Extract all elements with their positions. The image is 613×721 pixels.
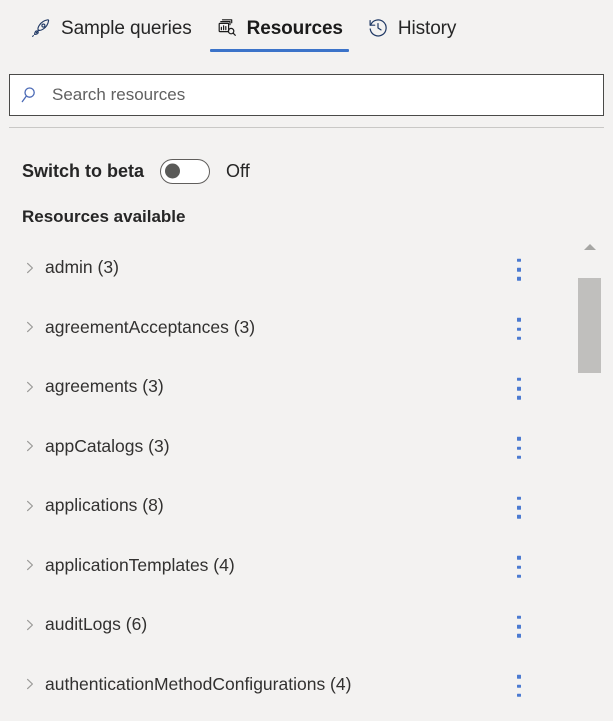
search-box[interactable] bbox=[9, 74, 604, 116]
tab-sample-queries[interactable]: Sample queries bbox=[18, 0, 204, 56]
chevron-right-icon[interactable] bbox=[20, 436, 40, 456]
list-item-label: applicationTemplates (4) bbox=[45, 557, 235, 575]
list-item-label: agreementAcceptances (3) bbox=[45, 319, 255, 337]
resources-panel: Sample queries Resources bbox=[0, 0, 613, 721]
list-item-label: authenticationMethodConfigurations (4) bbox=[45, 676, 351, 694]
chevron-right-icon[interactable] bbox=[20, 555, 40, 575]
more-options-icon[interactable] bbox=[510, 497, 528, 519]
search-divider bbox=[9, 127, 604, 128]
search-input[interactable] bbox=[50, 75, 603, 115]
chevron-right-icon[interactable] bbox=[20, 615, 40, 635]
resources-icon bbox=[216, 17, 238, 39]
resources-available-heading: Resources available bbox=[22, 208, 185, 225]
search-icon bbox=[10, 75, 50, 115]
list-item[interactable]: applications (8) bbox=[0, 476, 575, 536]
scrollbar-thumb[interactable] bbox=[578, 278, 601, 373]
tab-underline bbox=[210, 49, 349, 52]
tab-history[interactable]: History bbox=[355, 0, 468, 56]
scroll-up-arrow-icon[interactable] bbox=[578, 238, 601, 256]
tab-strip: Sample queries Resources bbox=[0, 0, 613, 62]
beta-toggle-state: Off bbox=[226, 162, 250, 180]
resources-list-scrollbar[interactable] bbox=[578, 238, 601, 721]
resources-list: admin (3) agreementAcceptances (3) agree… bbox=[0, 238, 575, 721]
tab-label: Resources bbox=[247, 19, 343, 38]
list-item-label: auditLogs (6) bbox=[45, 616, 147, 634]
list-item-label: agreements (3) bbox=[45, 378, 164, 396]
more-options-icon[interactable] bbox=[510, 259, 528, 281]
beta-toggle-switch[interactable] bbox=[160, 159, 210, 184]
list-item[interactable]: appCatalogs (3) bbox=[0, 417, 575, 477]
beta-toggle-label: Switch to beta bbox=[22, 162, 144, 180]
more-options-icon[interactable] bbox=[510, 616, 528, 638]
rocket-icon bbox=[30, 17, 52, 39]
more-options-icon[interactable] bbox=[510, 437, 528, 459]
history-clock-icon bbox=[367, 17, 389, 39]
beta-toggle-row: Switch to beta Off bbox=[22, 156, 250, 186]
tab-label: Sample queries bbox=[61, 19, 192, 38]
list-item[interactable]: agreements (3) bbox=[0, 357, 575, 417]
triangle-up-icon bbox=[584, 244, 596, 250]
toggle-knob bbox=[165, 164, 180, 179]
more-options-icon[interactable] bbox=[510, 378, 528, 400]
chevron-right-icon[interactable] bbox=[20, 258, 40, 278]
list-item-label: applications (8) bbox=[45, 497, 164, 515]
more-options-icon[interactable] bbox=[510, 318, 528, 340]
list-item[interactable]: admin (3) bbox=[0, 238, 575, 298]
more-options-icon[interactable] bbox=[510, 556, 528, 578]
chevron-right-icon[interactable] bbox=[20, 674, 40, 694]
chevron-right-icon[interactable] bbox=[20, 317, 40, 337]
list-item[interactable]: agreementAcceptances (3) bbox=[0, 298, 575, 358]
list-item-label: admin (3) bbox=[45, 259, 119, 277]
scrollbar-track[interactable] bbox=[578, 256, 601, 721]
list-item[interactable]: authenticationMethodConfigurations (4) bbox=[0, 655, 575, 715]
tab-label: History bbox=[398, 19, 456, 38]
chevron-right-icon[interactable] bbox=[20, 377, 40, 397]
list-item[interactable]: applicationTemplates (4) bbox=[0, 536, 575, 596]
tab-resources[interactable]: Resources bbox=[204, 0, 355, 56]
list-item[interactable]: auditLogs (6) bbox=[0, 595, 575, 655]
more-options-icon[interactable] bbox=[510, 675, 528, 697]
list-item-label: appCatalogs (3) bbox=[45, 438, 170, 456]
chevron-right-icon[interactable] bbox=[20, 496, 40, 516]
